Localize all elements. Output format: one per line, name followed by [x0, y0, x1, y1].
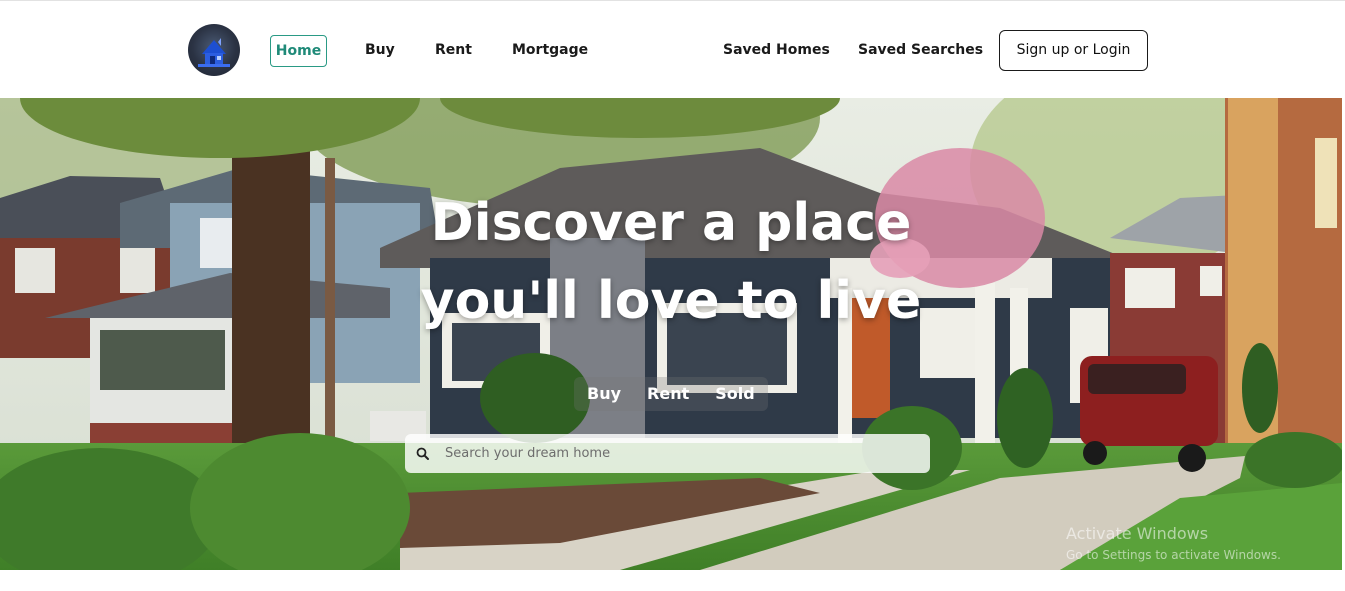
nav-buy[interactable]: Buy	[365, 35, 395, 67]
hero-title-line-2: you'll love to live	[420, 271, 922, 331]
tab-rent[interactable]: Rent	[634, 377, 702, 411]
hero-banner: Discover a place you'll love to live Buy…	[0, 98, 1342, 570]
navbar: Home Buy Rent Mortgage Saved Homes Saved…	[0, 1, 1345, 98]
hero-title-line-1: Discover a place	[430, 193, 912, 253]
nav-saved-homes[interactable]: Saved Homes	[723, 35, 830, 67]
login-button[interactable]: Sign up or Login	[999, 30, 1148, 71]
watermark-title: Activate Windows	[1066, 524, 1209, 543]
search-bar	[405, 434, 930, 473]
search-icon[interactable]	[414, 445, 432, 463]
nav-home[interactable]: Home	[270, 35, 327, 67]
page-below-hero	[0, 570, 1345, 591]
activate-windows-watermark: Activate Windows Go to Settings to activ…	[1066, 524, 1281, 564]
nav-rent[interactable]: Rent	[435, 35, 472, 67]
house-logo-icon[interactable]	[188, 24, 240, 76]
tab-buy[interactable]: Buy	[574, 377, 634, 411]
nav-mortgage[interactable]: Mortgage	[512, 35, 588, 67]
tab-sold[interactable]: Sold	[702, 377, 767, 411]
listing-type-tabs: Buy Rent Sold	[574, 377, 768, 411]
nav-saved-searches[interactable]: Saved Searches	[858, 35, 983, 67]
hero-title: Discover a place you'll love to live	[0, 184, 1342, 340]
search-input[interactable]	[445, 434, 915, 473]
watermark-subtitle: Go to Settings to activate Windows.	[1066, 548, 1281, 562]
